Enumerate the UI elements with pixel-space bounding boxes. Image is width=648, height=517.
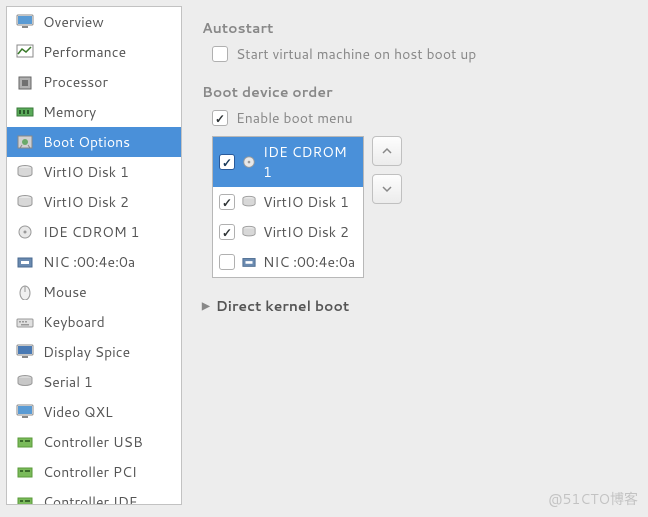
- sidebar-item-display-spice[interactable]: Display Spice: [7, 337, 181, 367]
- sidebar-item-label: Controller USB: [43, 432, 143, 452]
- sidebar-item-label: Memory: [43, 102, 96, 122]
- serial-icon: [15, 373, 35, 391]
- autostart-checkbox[interactable]: [212, 46, 228, 62]
- sidebar-item-label: Overview: [43, 12, 104, 32]
- video-icon: [15, 403, 35, 421]
- cpu-icon: [15, 73, 35, 91]
- sidebar-item-virtio-disk-2[interactable]: VirtIO Disk 2: [7, 187, 181, 217]
- boot-device-virtio-disk-2[interactable]: VirtIO Disk 2: [213, 217, 363, 247]
- move-up-button[interactable]: [372, 136, 402, 166]
- sidebar-item-label: Serial 1: [43, 372, 93, 392]
- sidebar-item-performance[interactable]: Performance: [7, 37, 181, 67]
- autostart-title: Autostart: [202, 18, 628, 38]
- keyboard-icon: [15, 313, 35, 331]
- sidebar-item-video-qxl[interactable]: Video QXL: [7, 397, 181, 427]
- sidebar-item-label: Controller IDE: [43, 492, 138, 505]
- sidebar-item-controller-usb[interactable]: Controller USB: [7, 427, 181, 457]
- cdrom-icon: [241, 155, 257, 169]
- sidebar-item-label: VirtIO Disk 1: [43, 162, 129, 182]
- cdrom-icon: [15, 223, 35, 241]
- sidebar-item-ide-cdrom-1[interactable]: IDE CDROM 1: [7, 217, 181, 247]
- sidebar-item-label: Video QXL: [43, 402, 113, 422]
- sidebar-item-label: VirtIO Disk 2: [43, 192, 129, 212]
- hardware-sidebar[interactable]: Overview Performance Processor Memory Boot O…: [6, 6, 182, 505]
- move-down-button[interactable]: [372, 174, 402, 204]
- boot-device-checkbox[interactable]: [219, 194, 235, 210]
- sidebar-item-label: NIC :00:4e:0a: [43, 252, 135, 272]
- controller-icon: [15, 463, 35, 481]
- sidebar-item-label: Display Spice: [43, 342, 130, 362]
- direct-kernel-boot-expander[interactable]: ▶ Direct kernel boot: [202, 296, 628, 316]
- sidebar-item-controller-ide[interactable]: Controller IDE: [7, 487, 181, 505]
- sidebar-item-label: Performance: [43, 42, 126, 62]
- sidebar-item-label: Keyboard: [43, 312, 105, 332]
- perf-icon: [15, 43, 35, 61]
- nic-icon: [15, 253, 35, 271]
- boot-device-list[interactable]: IDE CDROM 1 VirtIO Disk 1 VirtIO Disk 2 NIC…: [212, 136, 364, 278]
- chevron-down-icon: [381, 183, 393, 195]
- boot-device-label: IDE CDROM 1: [263, 142, 357, 182]
- monitor-icon: [15, 13, 35, 31]
- sidebar-item-mouse[interactable]: Mouse: [7, 277, 181, 307]
- sidebar-item-keyboard[interactable]: Keyboard: [7, 307, 181, 337]
- sidebar-item-processor[interactable]: Processor: [7, 67, 181, 97]
- disk-icon: [241, 225, 257, 239]
- boot-device-nic-00-4e-0a[interactable]: NIC :00:4e:0a: [213, 247, 363, 277]
- boot-device-label: VirtIO Disk 2: [263, 222, 349, 242]
- boot-device-label: NIC :00:4e:0a: [263, 252, 355, 272]
- sidebar-item-label: IDE CDROM 1: [43, 222, 139, 242]
- sidebar-item-controller-pci[interactable]: Controller PCI: [7, 457, 181, 487]
- boot-device-label: VirtIO Disk 1: [263, 192, 349, 212]
- sidebar-item-memory[interactable]: Memory: [7, 97, 181, 127]
- sidebar-item-label: Controller PCI: [43, 462, 137, 482]
- boot-device-virtio-disk-1[interactable]: VirtIO Disk 1: [213, 187, 363, 217]
- mouse-icon: [15, 283, 35, 301]
- boot-device-checkbox[interactable]: [219, 254, 235, 270]
- nic-icon: [241, 255, 257, 269]
- boot-device-checkbox[interactable]: [219, 224, 235, 240]
- autostart-label: Start virtual machine on host boot up: [236, 44, 476, 64]
- enable-boot-menu-checkbox[interactable]: [212, 110, 228, 126]
- sidebar-item-label: Processor: [43, 72, 108, 92]
- sidebar-item-overview[interactable]: Overview: [7, 7, 181, 37]
- chevron-up-icon: [381, 145, 393, 157]
- controller-icon: [15, 433, 35, 451]
- sidebar-item-label: Mouse: [43, 282, 87, 302]
- details-pane: Autostart Start virtual machine on host …: [182, 6, 648, 517]
- sidebar-item-virtio-disk-1[interactable]: VirtIO Disk 1: [7, 157, 181, 187]
- display-icon: [15, 343, 35, 361]
- disk-icon: [241, 195, 257, 209]
- sidebar-item-label: Boot Options: [43, 132, 130, 152]
- sidebar-item-boot-options[interactable]: Boot Options: [7, 127, 181, 157]
- boot-device-ide-cdrom-1[interactable]: IDE CDROM 1: [213, 137, 363, 187]
- boot-device-checkbox[interactable]: [219, 154, 235, 170]
- boot-icon: [15, 133, 35, 151]
- sidebar-item-serial-1[interactable]: Serial 1: [7, 367, 181, 397]
- sidebar-item-nic-00-4e-0a[interactable]: NIC :00:4e:0a: [7, 247, 181, 277]
- direct-kernel-label: Direct kernel boot: [216, 296, 350, 316]
- enable-boot-menu-label: Enable boot menu: [236, 108, 353, 128]
- triangle-right-icon: ▶: [202, 299, 210, 313]
- disk-icon: [15, 193, 35, 211]
- watermark: @51CTO博客: [548, 489, 638, 509]
- boot-order-title: Boot device order: [202, 82, 628, 102]
- disk-icon: [15, 163, 35, 181]
- controller-icon: [15, 493, 35, 505]
- memory-icon: [15, 103, 35, 121]
